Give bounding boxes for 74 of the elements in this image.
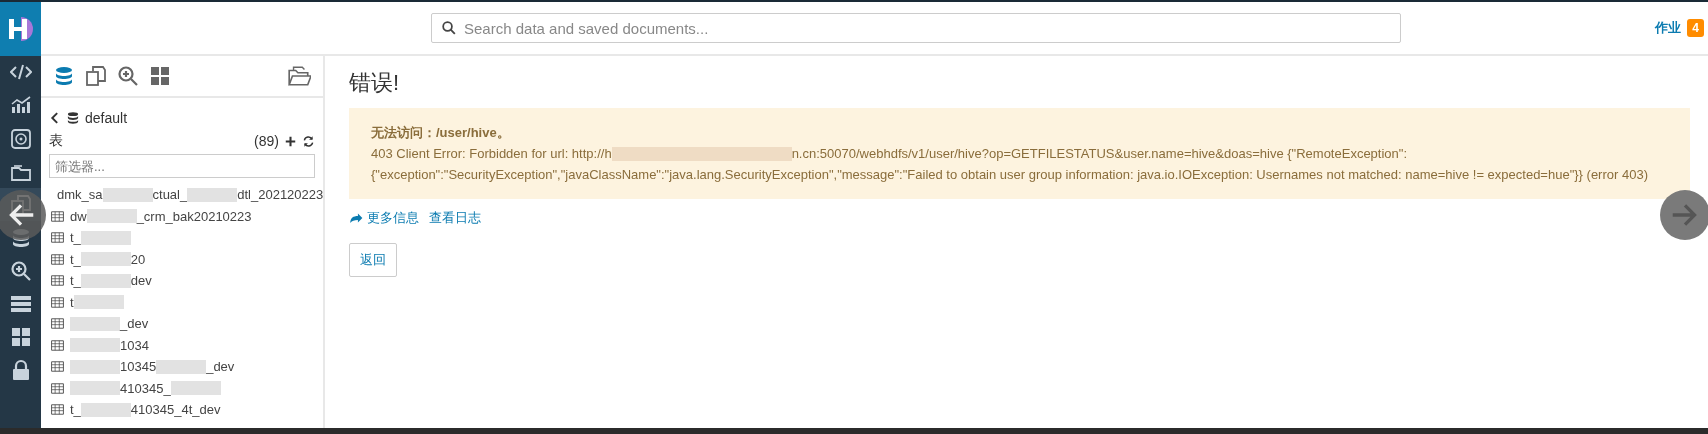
- search-field[interactable]: Search data and saved documents...: [431, 13, 1401, 43]
- redaction-block: [156, 359, 207, 374]
- redaction-block: [70, 381, 120, 396]
- redaction-block: [80, 273, 131, 288]
- table-name: t_: [70, 402, 81, 418]
- redaction-block: [70, 316, 120, 331]
- table-name: dw: [70, 208, 87, 224]
- table-name: dmk_sa: [57, 187, 103, 203]
- previous-button-overlay[interactable]: [0, 190, 46, 240]
- search-icon: [441, 20, 457, 36]
- database-icon: [66, 111, 80, 125]
- section-title: 表: [49, 132, 63, 150]
- table-name: dtl_202120223: [237, 187, 323, 203]
- table-name: _dev: [120, 316, 149, 332]
- table-icon: [51, 209, 64, 223]
- table-icon: [51, 403, 64, 417]
- refresh-icon[interactable]: [302, 134, 315, 148]
- jobs-link[interactable]: 作业: [1655, 19, 1682, 37]
- page-title: 错误!: [349, 69, 401, 97]
- table-icon: [51, 274, 64, 288]
- redaction-block: [80, 252, 131, 267]
- database-icon[interactable]: [53, 65, 75, 87]
- table-name: t_: [70, 251, 81, 267]
- table-name: 20: [130, 251, 146, 267]
- alert-heading: 无法访问：/user/hive。: [371, 124, 511, 142]
- table-name: 1034: [120, 337, 149, 353]
- zoom-icon[interactable]: [117, 65, 139, 87]
- plus-icon[interactable]: [284, 134, 297, 148]
- redaction-block: [80, 230, 131, 245]
- table-count: (89): [254, 133, 279, 149]
- redaction-block: [187, 187, 238, 202]
- folder-icon[interactable]: [287, 64, 311, 88]
- error-message: 403 Client Error: Forbidden for url: http://h: [371, 145, 612, 163]
- target-icon: [9, 127, 32, 150]
- filter-field[interactable]: 筛选器...: [49, 154, 315, 178]
- redaction-block: [70, 359, 120, 374]
- table-name: 10345: [120, 359, 157, 375]
- error-message: {"exception":"SecurityException","javaClassName":"java.lang.SecurityException","message":"Failed to obtain user group information: java.io.IOException: Usernames not matched: name=hive != expected=hue"}} (error 403): [371, 166, 1648, 184]
- redaction-block: [86, 209, 137, 224]
- table-icon: [51, 231, 64, 245]
- table-icon: [51, 381, 64, 395]
- redaction-block: [80, 402, 131, 417]
- back-icon[interactable]: [49, 112, 61, 124]
- next-button-overlay[interactable]: [1660, 190, 1708, 240]
- table-name: ctual_: [152, 187, 188, 203]
- table-icon: [51, 295, 64, 309]
- logo-icon[interactable]: [6, 15, 35, 43]
- table-name: t_: [70, 273, 81, 289]
- table-name: t_: [70, 230, 81, 246]
- more-info-link[interactable]: 更多信息: [349, 209, 419, 227]
- grid-icon[interactable]: [149, 65, 171, 87]
- redaction-block: [170, 381, 221, 396]
- share-icon: [349, 211, 363, 225]
- back-button[interactable]: 返回: [349, 243, 397, 277]
- table-name: dev: [130, 273, 152, 289]
- table-icon: [51, 317, 64, 331]
- redaction-block: [73, 295, 124, 310]
- view-log-link[interactable]: 查看日志: [429, 209, 481, 227]
- error-message: n.cn:50070/webhdfs/v1/user/hive?op=GETFILESTATUS&user.name=hive&doas=hive {"RemoteException":: [791, 145, 1408, 163]
- table-name: 410345_4t_dev: [130, 402, 221, 418]
- database-name[interactable]: default: [85, 110, 128, 126]
- zoom-icon: [9, 259, 32, 282]
- copy-icon[interactable]: [85, 65, 107, 87]
- table-name: _crm_bak20210223: [136, 208, 252, 224]
- grid-icon: [9, 325, 32, 348]
- table-icon: [51, 360, 64, 374]
- jobs-count-badge: 4: [1687, 19, 1704, 37]
- table-name: _dev: [206, 359, 235, 375]
- table-icon: [51, 338, 64, 352]
- redaction-block: [70, 338, 120, 353]
- table-icon: [51, 252, 64, 266]
- table-name: t: [70, 294, 74, 310]
- redaction-block: [102, 187, 153, 202]
- table-name: 410345_: [120, 380, 171, 396]
